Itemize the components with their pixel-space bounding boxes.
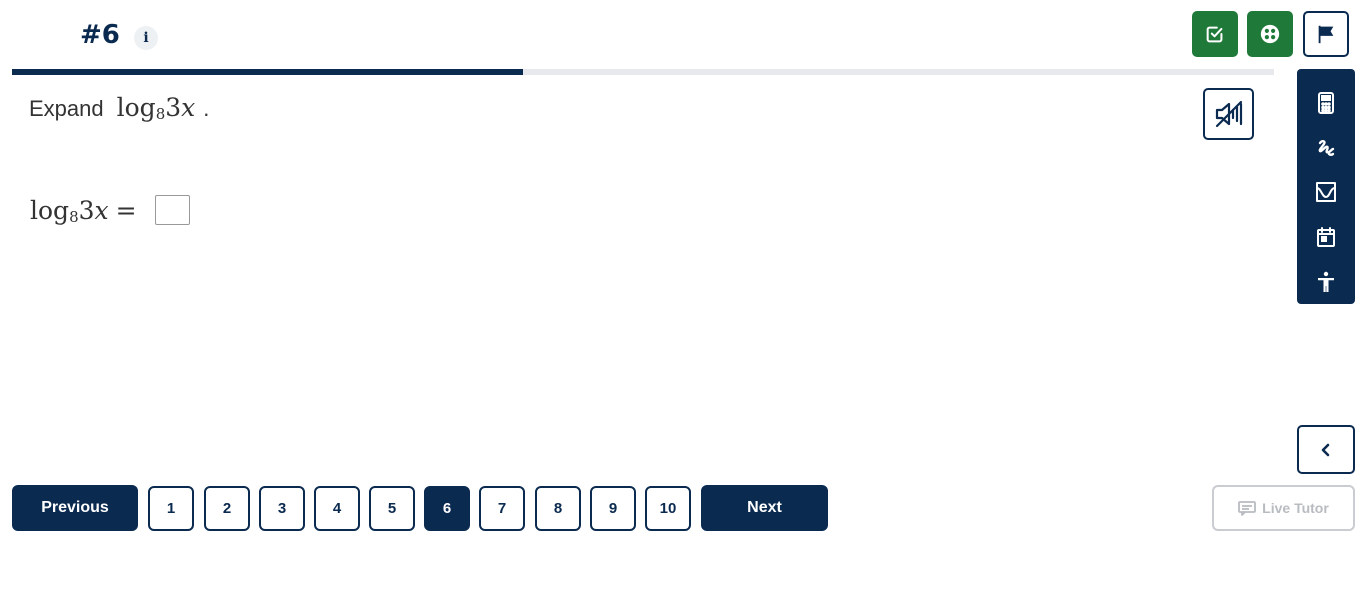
page-button-6[interactable]: 6 [424,486,470,531]
page-button-4[interactable]: 4 [314,486,360,531]
graph-tool[interactable] [1297,170,1355,215]
collapse-panel-button[interactable] [1297,425,1355,474]
dots-circle-icon [1260,24,1280,44]
page-button-10[interactable]: 10 [645,486,691,531]
equals-sign: = [115,196,137,225]
next-button[interactable]: Next [701,485,828,531]
scribble-tool[interactable] [1297,126,1355,171]
answer-expression: log83x [30,196,109,226]
progress-fill [12,69,524,75]
live-tutor-label: Live Tutor [1262,500,1329,516]
scribble-icon [1318,139,1335,156]
page-button-7[interactable]: 7 [479,486,525,531]
answer-line: log83x = [30,189,190,226]
graph-icon [1316,182,1336,203]
page-button-9[interactable]: 9 [590,486,636,531]
options-button[interactable] [1247,11,1293,57]
log-expression: log83x [116,93,196,123]
previous-button[interactable]: Previous [12,485,138,531]
page-button-1[interactable]: 1 [148,486,194,531]
page-button-5[interactable]: 5 [369,486,415,531]
flag-button[interactable] [1303,11,1349,57]
info-icon: i [143,30,149,46]
accessibility-tool[interactable] [1297,259,1355,304]
calculator-icon [1318,92,1334,115]
page-button-8[interactable]: 8 [535,486,581,531]
checkbox-check-icon [1206,26,1223,43]
chat-screen-icon [1238,501,1257,516]
live-tutor-button[interactable]: Live Tutor [1212,485,1355,531]
calendar-icon [1317,227,1335,248]
tools-toolbar [1297,69,1355,304]
chevron-left-icon [1321,443,1330,456]
calculator-tool[interactable] [1297,81,1355,126]
page-button-3[interactable]: 3 [259,486,305,531]
answer-input[interactable] [154,195,190,225]
checklist-button[interactable] [1192,11,1238,57]
flag-icon [1318,25,1334,44]
calendar-tool[interactable] [1297,215,1355,260]
page-button-2[interactable]: 2 [204,486,250,531]
prompt-word: Expand [29,96,104,121]
speaker-muted-icon [1215,100,1242,128]
accessibility-icon [1318,271,1334,292]
question-number: #6 [80,20,120,50]
question-prompt: Expand log83x . [29,93,210,123]
progress-bar [12,69,1274,75]
prompt-period: . [203,96,210,121]
mute-audio-button[interactable] [1203,88,1254,140]
info-button[interactable]: i [134,26,158,50]
